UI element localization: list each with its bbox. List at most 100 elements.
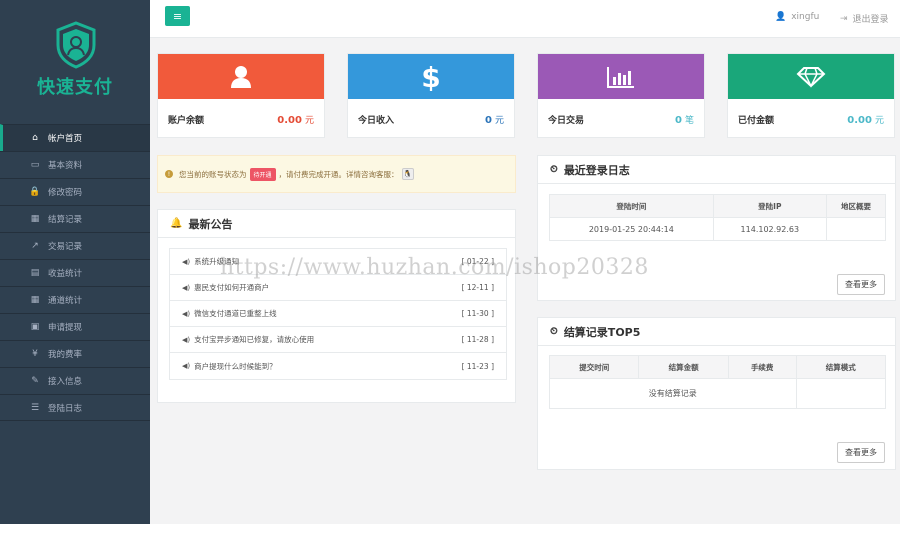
- alert-text: 您当前的账号状态为: [179, 169, 247, 179]
- notice-title: 支付宝异步通知已修复，请放心使用: [194, 335, 315, 344]
- dollar-icon: $: [422, 63, 440, 91]
- calendar-check-icon: ▣: [30, 322, 40, 332]
- stat-value: 0笔: [675, 114, 694, 126]
- home-icon: ⌂: [32, 133, 38, 143]
- login-log-table: 登陆时间 登陆IP 地区概要 2019-01-25 20:44:14 114.102.…: [549, 194, 887, 241]
- diamond-icon: [796, 66, 826, 88]
- status-badge: 待开通: [249, 167, 276, 181]
- notice-title: 惠民支付如何开通商户: [194, 283, 270, 292]
- panel-title: 🔔 最新公告: [158, 210, 515, 238]
- sidebar-item-1[interactable]: ▭ 基本资料: [0, 151, 150, 178]
- user-icon: 👤: [775, 12, 787, 22]
- stat-value: 0.00 元: [277, 114, 314, 126]
- sidebar-item-label: 交易记录: [48, 242, 83, 252]
- panel-title: ⏲ 结算记录TOP5: [538, 318, 895, 346]
- stat-card-header: $: [348, 54, 514, 99]
- lock-icon: 🔒: [29, 187, 41, 197]
- settlement-more-button[interactable]: 查看更多: [837, 442, 885, 463]
- sidebar-item-label: 修改密码: [48, 188, 83, 198]
- username: xingfu: [791, 12, 820, 22]
- sidebar-item-9[interactable]: ✎ 接入信息: [0, 367, 150, 394]
- sidebar-item-3[interactable]: ▦ 结算记录: [0, 205, 150, 232]
- bell-icon: 🔔: [170, 218, 183, 229]
- stat-label: 今日交易: [548, 115, 585, 126]
- brand-name: 快速支付: [37, 77, 113, 98]
- calendar-icon: ▦: [30, 214, 40, 224]
- notice-panel: 🔔 最新公告 ◀) 系统升级通知[ 01-22 ] ◀) 惠民支付如何开通商户[ 12…: [157, 209, 516, 403]
- menu-toggle-button[interactable]: ≡: [165, 6, 190, 26]
- account-status-alert: ! 您当前的账号状态为 待开通 ，请付费完成开通。详情咨询客服： 🐧: [157, 155, 516, 193]
- stat-value: 0元: [485, 114, 504, 126]
- stat-card-today-income: $ 今日收入 0元: [347, 53, 515, 138]
- hamburger-icon: ≡: [172, 9, 183, 23]
- sidebar-item-6[interactable]: ▦ 通道统计: [0, 286, 150, 313]
- sidebar-item-label: 结算记录: [48, 215, 83, 225]
- sidebar-item-10[interactable]: ☰ 登陆日志: [0, 394, 150, 421]
- table-row: 2019-01-25 20:44:14 114.102.92.63: [549, 217, 887, 241]
- empty-message: 没有结算记录: [549, 378, 797, 409]
- qq-contact-icon[interactable]: 🐧: [401, 168, 414, 180]
- alert-text-after: ，请付费完成开通。详情咨询客服：: [278, 169, 399, 179]
- column-header: 结算金额: [638, 355, 729, 379]
- sidebar-item-label: 收益统计: [48, 269, 83, 279]
- inbox-icon: ▤: [30, 268, 40, 278]
- clock-icon: ⏲: [550, 164, 558, 175]
- sidebar-item-label: 登陆日志: [48, 403, 83, 414]
- notice-date: [ 11-28 ]: [461, 335, 494, 344]
- column-header: 手续费: [727, 355, 797, 379]
- sidebar-item-0[interactable]: ⌂ 帐户首页: [0, 124, 150, 151]
- sidebar-item-5[interactable]: ▤ 收益统计: [0, 259, 150, 286]
- svg-text:$: $: [422, 63, 440, 91]
- wrench-icon: ✎: [31, 376, 39, 386]
- stat-card-header: [728, 54, 894, 99]
- sidebar-item-label: 通道统计: [48, 296, 83, 306]
- settlement-table: 提交时间 结算金额 手续费 结算模式 没有结算记录: [548, 355, 887, 409]
- main-content: 账户余额 0.00 元 $ 今日收入 0元 今日交易 0笔 已付金额 0.00 …: [150, 38, 900, 524]
- column-header: 登陆时间: [549, 194, 714, 218]
- sidebar: 快速支付 ⌂ 帐户首页 ▭ 基本资料 🔒 修改密码 ▦ 结算记录 ↗ 交易记录 ▤ 收益统计 ▦ 通道统计…: [0, 0, 150, 524]
- volume-icon: ◀): [182, 309, 191, 318]
- stat-value: 0.00 元: [847, 114, 884, 126]
- notice-item[interactable]: ◀) 支付宝异步通知已修复，请放心使用 [ 11-28 ]: [170, 327, 506, 353]
- table-cell: [825, 217, 887, 241]
- sidebar-item-2[interactable]: 🔒 修改密码: [0, 178, 150, 205]
- stat-card-header: [158, 54, 324, 99]
- notice-date: [ 11-23 ]: [461, 361, 494, 371]
- login-log-more-button[interactable]: 查看更多: [837, 274, 885, 295]
- warning-icon: !: [165, 170, 173, 178]
- column-header: 地区概要: [825, 194, 887, 218]
- column-header: 提交时间: [548, 355, 640, 379]
- panel-title: ⏲ 最近登录日志: [538, 156, 895, 184]
- stat-label: 今日收入: [358, 115, 395, 126]
- column-header: 结算模式: [795, 355, 887, 379]
- sidebar-item-label: 帐户首页: [48, 134, 83, 144]
- sidebar-item-8[interactable]: ¥ 我的费率: [0, 340, 150, 367]
- table-cell: 2019-01-25 20:44:14: [549, 217, 714, 241]
- logout-link[interactable]: ⇥ 退出登录: [840, 12, 889, 26]
- calculator-icon: ▦: [30, 295, 40, 305]
- user-icon: [231, 65, 251, 88]
- brand: 快速支付: [0, 0, 150, 124]
- notice-title: 微信支付通道已重整上线: [194, 309, 277, 318]
- table-cell: 114.102.92.63: [712, 217, 827, 241]
- sidebar-item-7[interactable]: ▣ 申请提现: [0, 313, 150, 340]
- id-card-icon: ▭: [30, 160, 40, 170]
- sign-out-icon: ⇥: [840, 13, 848, 24]
- volume-icon: ◀): [182, 257, 191, 266]
- logout-label: 退出登录: [852, 15, 889, 25]
- notice-item[interactable]: ◀) 微信支付通道已重整上线 [ 11-30 ]: [170, 301, 506, 327]
- user-menu[interactable]: 👤 xingfu: [775, 12, 819, 22]
- notice-date: [ 12-11 ]: [461, 283, 494, 292]
- clock-icon: ⏲: [550, 326, 558, 337]
- volume-icon: ◀): [182, 283, 191, 292]
- list-icon: ☰: [30, 402, 40, 413]
- top-navbar: ≡ 👤 xingfu ⇥ 退出登录: [150, 0, 900, 38]
- stat-card-paid-amount: 已付金额 0.00 元: [727, 53, 895, 138]
- watermark: https://www.huzhan.com/ishop20328: [220, 255, 649, 280]
- shield-logo-icon: [56, 21, 96, 69]
- sidebar-item-4[interactable]: ↗ 交易记录: [0, 232, 150, 259]
- settlement-panel: ⏲ 结算记录TOP5 提交时间 结算金额 手续费 结算模式 没有结算记录 查看更多: [537, 317, 896, 470]
- notice-item[interactable]: ◀) 商户提现什么时候能到？ [ 11-23 ]: [170, 353, 506, 379]
- notice-title: 商户提现什么时候能到？: [194, 361, 277, 371]
- sidebar-item-label: 接入信息: [48, 377, 83, 387]
